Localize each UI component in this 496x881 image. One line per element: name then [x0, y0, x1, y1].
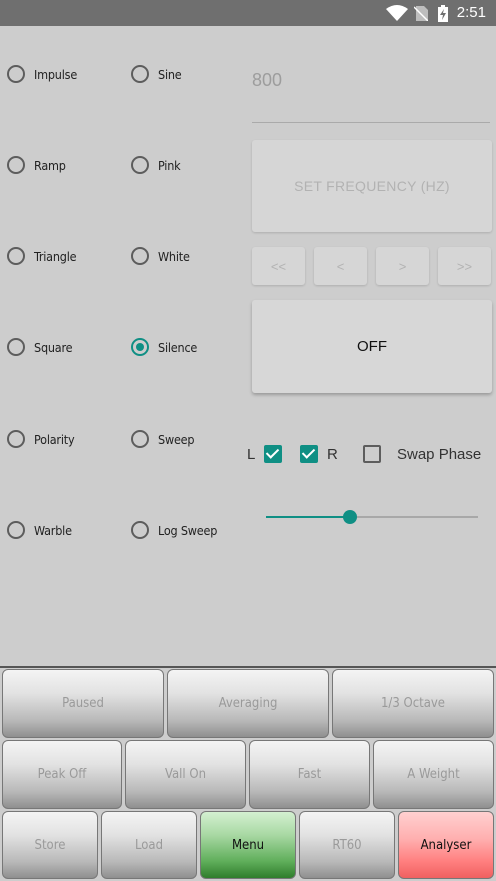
frequency-step-down-button[interactable]: < [314, 247, 367, 285]
left-channel-checkbox[interactable] [264, 445, 282, 463]
signal-radio-triangle[interactable]: Triangle [7, 244, 77, 268]
third-octave-button[interactable]: 1/3 Octave [332, 669, 494, 738]
signal-radio-label: Ramp [34, 157, 66, 173]
signal-radio-label: Square [34, 339, 73, 355]
store-button[interactable]: Store [2, 811, 98, 879]
radio-indicator [7, 247, 25, 265]
frequency-step-up-large-button[interactable]: >> [438, 247, 491, 285]
left-channel-label: L [247, 446, 256, 463]
signal-radio-square[interactable]: Square [7, 335, 73, 359]
radio-indicator [7, 521, 25, 539]
set-frequency-button[interactable]: SET FREQUENCY (HZ) [252, 140, 492, 232]
volume-slider-thumb[interactable] [343, 510, 357, 524]
frequency-input-value: 800 [252, 70, 283, 90]
signal-radio-pink[interactable]: Pink [131, 153, 181, 177]
volume-slider-track-active [266, 516, 350, 518]
right-channel-label: R [327, 446, 338, 463]
signal-radio-label: Warble [34, 522, 72, 538]
rt60-button[interactable]: RT60 [299, 811, 395, 879]
signal-radio-label: Impulse [34, 66, 78, 82]
frequency-step-down-large-button[interactable]: << [252, 247, 305, 285]
status-bar: 2:51 [0, 0, 496, 26]
peak-off-button[interactable]: Peak Off [2, 740, 122, 809]
signal-radio-label: White [158, 248, 190, 264]
signal-radio-label: Log Sweep [158, 522, 218, 538]
frequency-step-up-button[interactable]: > [376, 247, 429, 285]
fast-button[interactable]: Fast [249, 740, 370, 809]
paused-button[interactable]: Paused [2, 669, 164, 738]
signal-radio-warble[interactable]: Warble [7, 518, 72, 542]
wifi-icon [386, 5, 408, 21]
frequency-input[interactable]: 800 [252, 60, 490, 123]
radio-indicator [131, 247, 149, 265]
signal-radio-sine[interactable]: Sine [131, 62, 182, 86]
a-weight-button[interactable]: A Weight [373, 740, 494, 809]
analyser-button[interactable]: Analyser [398, 811, 494, 879]
vall-on-button[interactable]: Vall On [125, 740, 246, 809]
averaging-button[interactable]: Averaging [167, 669, 329, 738]
radio-indicator [7, 338, 25, 356]
signal-radio-label: Polarity [34, 431, 75, 447]
status-time: 2:51 [456, 4, 486, 21]
radio-indicator [7, 430, 25, 448]
signal-radio-label: Silence [158, 339, 198, 355]
signal-radio-label: Sine [158, 66, 182, 82]
radio-indicator [7, 65, 25, 83]
radio-indicator [131, 65, 149, 83]
right-channel-checkbox[interactable] [300, 445, 318, 463]
signal-radio-log-sweep[interactable]: Log Sweep [131, 518, 217, 542]
signal-radio-sweep[interactable]: Sweep [131, 427, 195, 451]
radio-indicator [131, 338, 149, 356]
signal-radio-polarity[interactable]: Polarity [7, 427, 75, 451]
load-button[interactable]: Load [101, 811, 197, 879]
bottom-panel-divider [0, 666, 496, 668]
signal-radio-impulse[interactable]: Impulse [7, 62, 77, 86]
signal-radio-label: Sweep [158, 431, 195, 447]
battery-charging-icon [438, 5, 448, 22]
signal-radio-ramp[interactable]: Ramp [7, 153, 66, 177]
radio-indicator [131, 156, 149, 174]
power-toggle-button[interactable]: OFF [252, 300, 492, 393]
signal-radio-silence[interactable]: Silence [131, 335, 197, 359]
radio-indicator [7, 156, 25, 174]
volume-slider-track[interactable] [350, 516, 478, 518]
no-sim-icon [414, 6, 428, 21]
radio-indicator [131, 521, 149, 539]
swap-phase-checkbox[interactable] [363, 445, 381, 463]
radio-indicator [131, 430, 149, 448]
signal-radio-white[interactable]: White [131, 244, 190, 268]
menu-button[interactable]: Menu [200, 811, 296, 879]
signal-radio-label: Triangle [34, 248, 77, 264]
signal-radio-label: Pink [158, 157, 181, 173]
swap-phase-label: Swap Phase [397, 446, 482, 463]
